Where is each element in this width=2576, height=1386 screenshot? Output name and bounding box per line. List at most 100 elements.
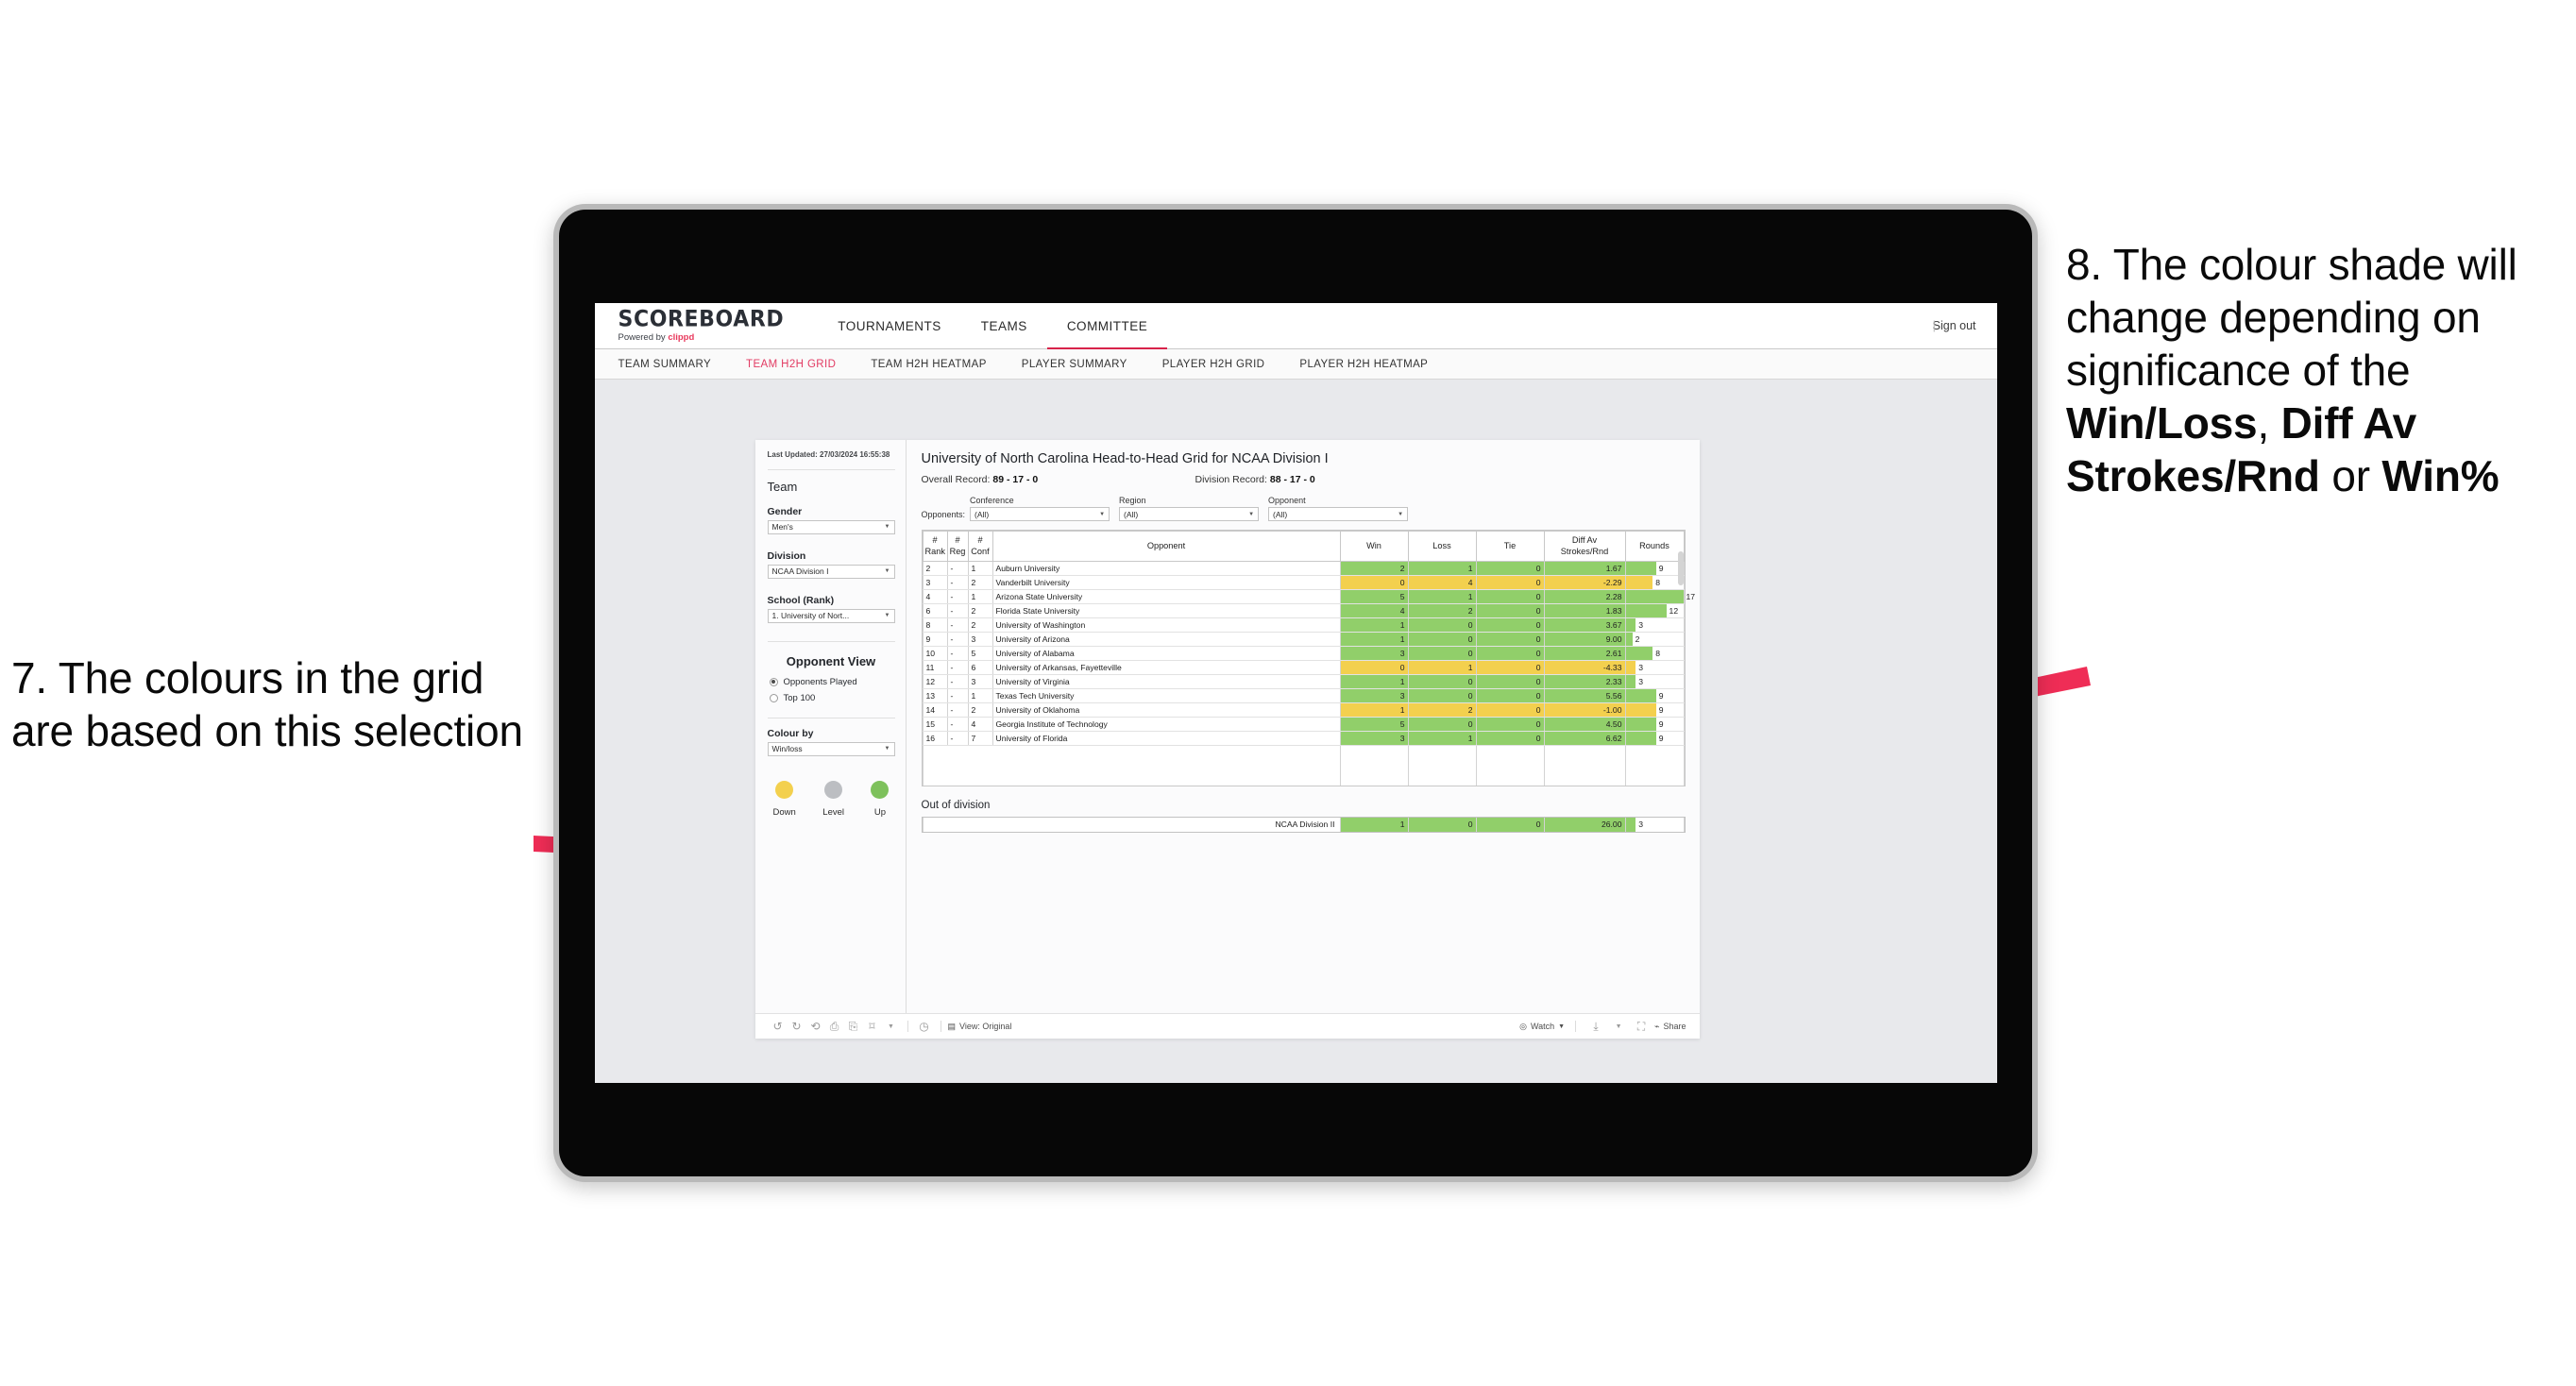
cell-value: 1 [1339,617,1409,633]
tab-team-h2h-grid[interactable]: TEAM H2H GRID [746,359,836,370]
share-button[interactable]: ⌁ Share [1654,1022,1686,1032]
fullscreen-icon[interactable]: ⛶ [1632,1020,1651,1034]
cell-value: 0 [1475,646,1545,661]
cell-rank: 13 [922,688,948,703]
table-row[interactable]: 16-7 University of Florida 3 1 0 6.62 9 [922,731,1685,746]
table-row[interactable]: 10-5 University of Alabama 3 0 0 2.61 8 [922,646,1685,661]
chevron-down-icon: ▼ [1398,511,1404,517]
overall-record: Overall Record: 89 - 17 - 0 [922,474,1195,485]
tab-player-h2h-grid[interactable]: PLAYER H2H GRID [1162,359,1265,370]
cell-conf: 4 [967,717,993,732]
nav-teams[interactable]: TEAMS [961,303,1047,348]
radio-top-100[interactable]: Top 100 [768,693,895,703]
table-row[interactable]: 12-3 University of Virginia 1 0 0 2.33 3 [922,674,1685,689]
rounds-value: 3 [1638,663,1644,672]
overall-record-value: 89 - 17 - 0 [992,474,1039,485]
nav-committee[interactable]: COMMITTEE [1046,303,1168,349]
rounds-value: 9 [1658,734,1664,743]
view-original-button[interactable]: ▤ View: Original [948,1022,1012,1032]
rounds-bar [1625,576,1653,589]
cell-value: 9.00 [1543,632,1626,647]
rounds-value: 3 [1638,620,1644,630]
dashboard-main: University of North Carolina Head-to-Hea… [907,440,1700,1013]
undo-icon[interactable]: ↺ [769,1020,788,1033]
nav-tournaments[interactable]: TOURNAMENTS [818,303,961,348]
sub-navigation: TEAM SUMMARY TEAM H2H GRID TEAM H2H HEAT… [594,349,1997,380]
cell-value: 1 [1339,702,1409,718]
rounds-value: 8 [1655,649,1660,658]
table-row[interactable]: 9-3 University of Arizona 1 0 0 9.00 2 [922,632,1685,647]
filter-school-select[interactable]: 1. University of Nort... ▼ [767,608,895,623]
refresh-icon[interactable]: ⎙ [825,1020,844,1034]
cell-value: 1 [1339,817,1409,832]
cell-value: 3 [1339,688,1409,703]
cell-opponent: NCAA Division II [922,817,1341,832]
redo-icon[interactable]: ↻ [788,1020,806,1033]
table-row[interactable]: 11-6 University of Arkansas, Fayetteville… [922,660,1685,675]
cell-rounds: 12 [1624,603,1685,618]
cell-opponent: University of Arizona [991,632,1341,647]
radio-opponents-played[interactable]: Opponents Played [768,677,895,687]
table-row[interactable]: 14-2 University of Oklahoma 1 2 0 -1.00 9 [922,702,1685,718]
filter-region-value: (All) [1124,509,1139,519]
sign-out-link[interactable]: Sign out [1933,319,1976,332]
table-row[interactable]: 6-2 Florida State University 4 2 0 1.83 12 [922,603,1685,618]
filter-division-select[interactable]: NCAA Division I ▼ [767,564,895,579]
sign-out-area: | Sign out [1933,319,1976,332]
dashboard-canvas: Last Updated: 27/03/2024 16:55:38 Team G… [594,380,1997,1083]
cell-value: 0 [1475,561,1545,576]
viz-toolbar: ↺ ↻ ⟲ ⎙ ⎘ ⌑ ▼ ◷ ▤ View: Original ◎ Watch… [754,1013,1700,1039]
table-scrollbar[interactable] [1677,551,1684,585]
cell-rounds: 8 [1624,575,1685,590]
view-original-icon[interactable]: ⌑ [863,1020,882,1033]
tab-player-h2h-heatmap[interactable]: PLAYER H2H HEATMAP [1299,359,1428,370]
table-row[interactable]: 2-1 Auburn University 2 1 0 1.67 9 [922,561,1685,576]
legend-down-label: Down [772,806,796,818]
watch-button[interactable]: ◎ Watch ▼ [1519,1022,1565,1032]
cell-value: 4 [1339,603,1409,618]
cell-rank: 9 [922,632,948,647]
cell-rounds: 3 [1624,817,1685,832]
filter-opponent-label: Opponent [1268,496,1306,505]
tab-team-h2h-heatmap[interactable]: TEAM H2H HEATMAP [871,359,986,370]
cell-value: 2.61 [1543,646,1626,661]
rounds-bar [1625,661,1636,674]
history-icon[interactable]: ◷ [915,1020,934,1033]
table-row[interactable]: 13-1 Texas Tech University 3 0 0 5.56 9 [922,688,1685,703]
filter-region-select[interactable]: (All) ▼ [1119,507,1260,521]
chevron-down-icon[interactable]: ▼ [882,1023,901,1030]
filter-opponent-select[interactable]: (All) ▼ [1268,507,1409,521]
cell-value: 3.67 [1543,617,1626,633]
opponent-view-heading: Opponent View [786,653,876,668]
h2h-grid-table: # Rank # Reg # Conf Opponent Win Loss Tie D… [922,531,1695,786]
cell-reg: - [946,660,969,675]
chevron-down-icon: ▼ [1099,511,1106,517]
download-icon[interactable]: ⤓ [1586,1020,1605,1034]
filter-region: Region (All) ▼ [1119,496,1260,521]
filter-school-value: 1. University of Nort... [771,611,850,621]
cell-value: 1 [1407,731,1477,746]
colour-by-select[interactable]: Win/loss ▼ [767,741,895,756]
filter-conference-select[interactable]: (All) ▼ [970,507,1110,521]
annotation-left: 7. The colours in the grid are based on … [11,651,540,757]
table-row[interactable]: 8-2 University of Washington 1 0 0 3.67 3 [922,617,1685,633]
rounds-value: 8 [1655,578,1660,587]
table-spacer-row [922,745,1685,786]
chevron-down-icon[interactable]: ▼ [1609,1023,1628,1030]
filter-gender-select[interactable]: Men's ▼ [767,519,895,534]
table-row[interactable]: 15-4 Georgia Institute of Technology 5 0 0 4.… [922,717,1685,732]
tab-player-summary[interactable]: PLAYER SUMMARY [1022,359,1127,370]
table-row[interactable]: 4-1 Arizona State University 5 1 0 2.28 17 [922,589,1695,604]
revert-icon[interactable]: ⟲ [806,1020,825,1033]
pause-updates-icon[interactable]: ⎘ [844,1020,863,1034]
table-row[interactable]: 3-2 Vanderbilt University 0 4 0 -2.29 8 [922,575,1685,590]
divider [1575,1021,1577,1032]
out-of-division-row[interactable]: NCAA Division II 1 0 0 26.00 3 [922,817,1685,832]
out-of-division-body: NCAA Division II 1 0 0 26.00 3 [922,817,1685,832]
rounds-value: 2 [1635,634,1640,644]
tab-team-summary[interactable]: TEAM SUMMARY [619,359,712,370]
brand-powered-prefix: Powered by [618,331,669,343]
colour-legend: Down Level Up [768,780,895,820]
cell-opponent: University of Oklahoma [991,702,1341,718]
cell-value: 0 [1475,674,1545,689]
